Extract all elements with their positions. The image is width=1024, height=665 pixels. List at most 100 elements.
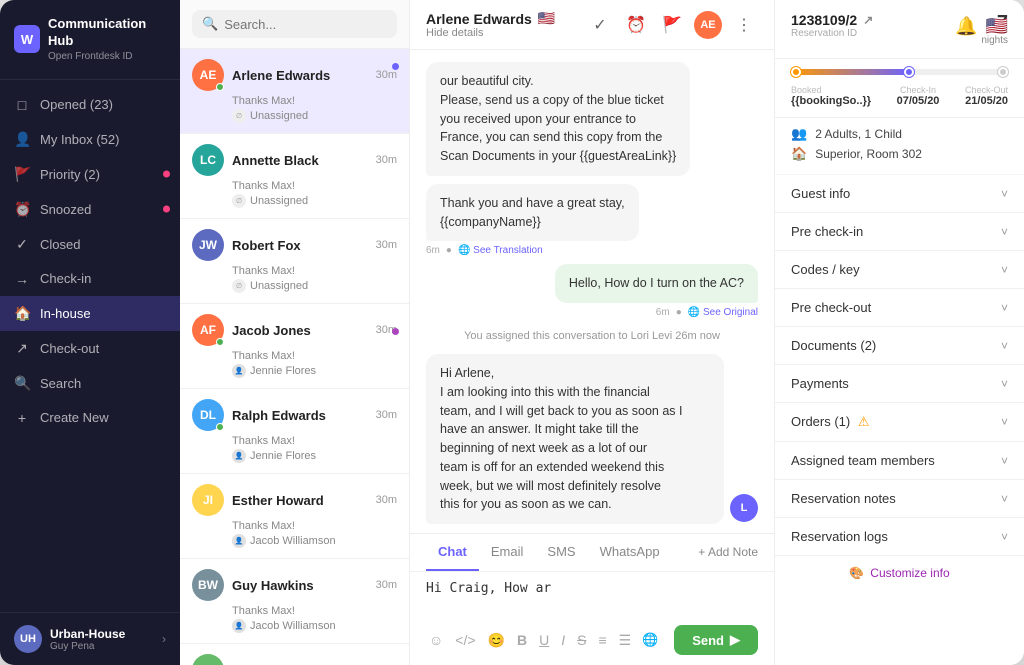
strikethrough-button[interactable]: S <box>574 630 589 650</box>
conv-item-header: JI Esther Howard 30m <box>192 484 397 516</box>
external-link-icon[interactable]: ↗ <box>863 13 873 27</box>
notification-bell-icon[interactable]: 🔔 <box>955 16 977 37</box>
tab-email[interactable]: Email <box>479 534 536 571</box>
conversation-item[interactable]: LC Annette Black 30m Thanks Max! ∅ Unass… <box>180 134 409 219</box>
tab-whatsapp[interactable]: WhatsApp <box>588 534 672 571</box>
code-button[interactable]: </> <box>452 630 478 650</box>
chat-toolbar: ☺ </> 😊 B U I S ≡ ☰ 🌐 Send ▶ <box>426 625 758 655</box>
flag-action-button[interactable]: 🚩 <box>658 11 686 39</box>
chat-input[interactable]: Hi Craig, How ar <box>426 580 758 616</box>
notification-dot <box>163 206 170 213</box>
sidebar-item-in-house[interactable]: 🏠 In-house <box>0 296 180 331</box>
payments-accordion-header[interactable]: Payments ˅ <box>775 365 1024 402</box>
assignee-name: Jennie Flores <box>250 450 316 462</box>
reservation-logs-label: Reservation logs <box>791 529 888 544</box>
add-note-button[interactable]: + Add Note <box>698 537 758 567</box>
app-subtitle: Open Frontdesk ID <box>48 50 166 63</box>
conversation-item[interactable]: AE Arlene Edwards 30m Thanks Max! ∅ Unas… <box>180 49 409 134</box>
conv-preview: Thanks Max! <box>192 350 397 362</box>
room-row: 🏠 Superior, Room 302 <box>791 146 1008 162</box>
conv-item-header: DL Ralph Edwards 30m <box>192 399 397 431</box>
app-logo: W <box>14 25 40 53</box>
timeline-dot-start <box>791 67 801 77</box>
sidebar-item-checkout[interactable]: ↗ Check-out <box>0 331 180 366</box>
sidebar-item-label: My Inbox (52) <box>40 132 119 147</box>
italic-button[interactable]: I <box>558 630 568 650</box>
reservation-id-label: Reservation ID <box>791 28 873 39</box>
pre-checkin-accordion-header[interactable]: Pre check-in ˅ <box>775 213 1024 250</box>
pre-checkin-label: Pre check-in <box>791 224 863 239</box>
codes-key-accordion-header[interactable]: Codes / key ˅ <box>775 251 1024 288</box>
conversation-item[interactable]: DL Ralph Edwards 30m Thanks Max! 👤 Jenni… <box>180 389 409 474</box>
conv-avatar: AE <box>192 59 224 91</box>
tab-sms[interactable]: SMS <box>535 534 587 571</box>
reservation-logs-accordion-header[interactable]: Reservation logs ˅ <box>775 518 1024 555</box>
bold-button[interactable]: B <box>514 630 530 650</box>
team-members-accordion-header[interactable]: Assigned team members ˅ <box>775 442 1024 479</box>
search-area: 🔍 <box>180 0 409 49</box>
chat-input-area: Hi Craig, How ar ☺ </> 😊 B U I S ≡ ☰ 🌐 S… <box>410 571 774 665</box>
language-flag-icon[interactable]: 🇺🇸 <box>986 16 1008 37</box>
translate-link[interactable]: 🌐 See Translation <box>458 245 543 256</box>
conv-preview: Thanks Max! <box>192 520 397 532</box>
assignee-name: Jennie Flores <box>250 365 316 377</box>
guests-icon: 👥 <box>791 126 807 142</box>
conv-assignee: 👤 Jacob Williamson <box>192 619 397 633</box>
customize-info-button[interactable]: 🎨 Customize info <box>791 566 1008 580</box>
sidebar-item-snoozed[interactable]: ⏰ Snoozed <box>0 192 180 227</box>
conv-preview: Thanks Max! <box>192 265 397 277</box>
conv-time: 30m <box>376 69 397 81</box>
rp-sections: Guest info ˅ Pre check-in ˅ Codes / key … <box>775 175 1024 556</box>
chevron-down-icon: ˅ <box>1001 454 1008 468</box>
sidebar-footer[interactable]: UH Urban-House Guy Pena › <box>0 612 180 665</box>
sidebar-item-checkin[interactable]: → Check-in <box>0 262 180 296</box>
reservation-notes-accordion-header[interactable]: Reservation notes ˅ <box>775 480 1024 517</box>
chat-messages: our beautiful city. Please, send us a co… <box>410 50 774 533</box>
sidebar-item-closed[interactable]: ✓ Closed <box>0 227 180 262</box>
sidebar-item-my-inbox[interactable]: 👤 My Inbox (52) <box>0 122 180 157</box>
emoji-button[interactable]: ☺ <box>426 630 446 650</box>
conv-item-header: BW Guy Hawkins 30m <box>192 569 397 601</box>
sidebar-item-opened[interactable]: □ Opened (23) <box>0 88 180 122</box>
pre-checkout-accordion-header[interactable]: Pre check-out ˅ <box>775 289 1024 326</box>
list-button[interactable]: ≡ <box>595 630 609 650</box>
conv-item-header: AF Jacob Jones 30m <box>192 314 397 346</box>
conv-contact-name: Annette Black <box>232 153 368 168</box>
translate-button[interactable]: 🌐 <box>642 632 658 648</box>
hide-details-link[interactable]: Hide details <box>426 27 576 39</box>
check-action-button[interactable]: ✓ <box>586 11 614 39</box>
snooze-action-button[interactable]: ⏰ <box>622 11 650 39</box>
see-original-link[interactable]: 🌐 See Original <box>688 307 758 318</box>
accordion-orders: Orders (1) ⚠ ˅ <box>775 403 1024 442</box>
timeline-dot-mid <box>904 67 914 77</box>
documents-accordion-header[interactable]: Documents (2) ˅ <box>775 327 1024 364</box>
sidebar-item-create-new[interactable]: + Create New <box>0 401 180 435</box>
underline-button[interactable]: U <box>536 630 552 650</box>
unassigned-icon: ∅ <box>232 109 246 123</box>
guest-info-accordion-header[interactable]: Guest info ˅ <box>775 175 1024 212</box>
conversation-item[interactable]: JW Robert Fox 30m Thanks Max! ∅ Unassign… <box>180 219 409 304</box>
send-button[interactable]: Send ▶ <box>674 625 758 655</box>
accordion-guest-info: Guest info ˅ <box>775 175 1024 213</box>
tab-chat[interactable]: Chat <box>426 534 479 571</box>
sidebar-item-priority[interactable]: 🚩 Priority (2) <box>0 157 180 192</box>
orders-accordion-header[interactable]: Orders (1) ⚠ ˅ <box>775 403 1024 441</box>
list2-button[interactable]: ☰ <box>616 630 635 651</box>
attachment-button[interactable]: 😊 <box>485 630 508 651</box>
message-bubble: our beautiful city. Please, send us a co… <box>426 62 690 176</box>
documents-label: Documents (2) <box>791 338 876 353</box>
conversation-item[interactable]: AF Jacob Jones 30m Thanks Max! 👤 Jennie … <box>180 304 409 389</box>
more-actions-button[interactable]: ⋮ <box>730 11 758 39</box>
conversation-item[interactable]: JI Esther Howard 30m Thanks Max! 👤 Jacob… <box>180 474 409 559</box>
sidebar-item-label: Closed <box>40 237 80 252</box>
sidebar-item-search[interactable]: 🔍 Search <box>0 366 180 401</box>
conversation-item[interactable]: CW Jane Cooper 30m Thanks Max! 👤 Jacob W… <box>180 644 409 665</box>
room-icon: 🏠 <box>791 146 807 162</box>
sidebar-header: W Communication Hub Open Frontdesk ID <box>0 0 180 80</box>
timeline-dot-end <box>998 67 1008 77</box>
search-input[interactable] <box>224 17 387 32</box>
conv-preview: Thanks Max! <box>192 435 397 447</box>
conv-avatar: CW <box>192 654 224 665</box>
assignee-name: Jacob Williamson <box>250 620 336 632</box>
conversation-item[interactable]: BW Guy Hawkins 30m Thanks Max! 👤 Jacob W… <box>180 559 409 644</box>
